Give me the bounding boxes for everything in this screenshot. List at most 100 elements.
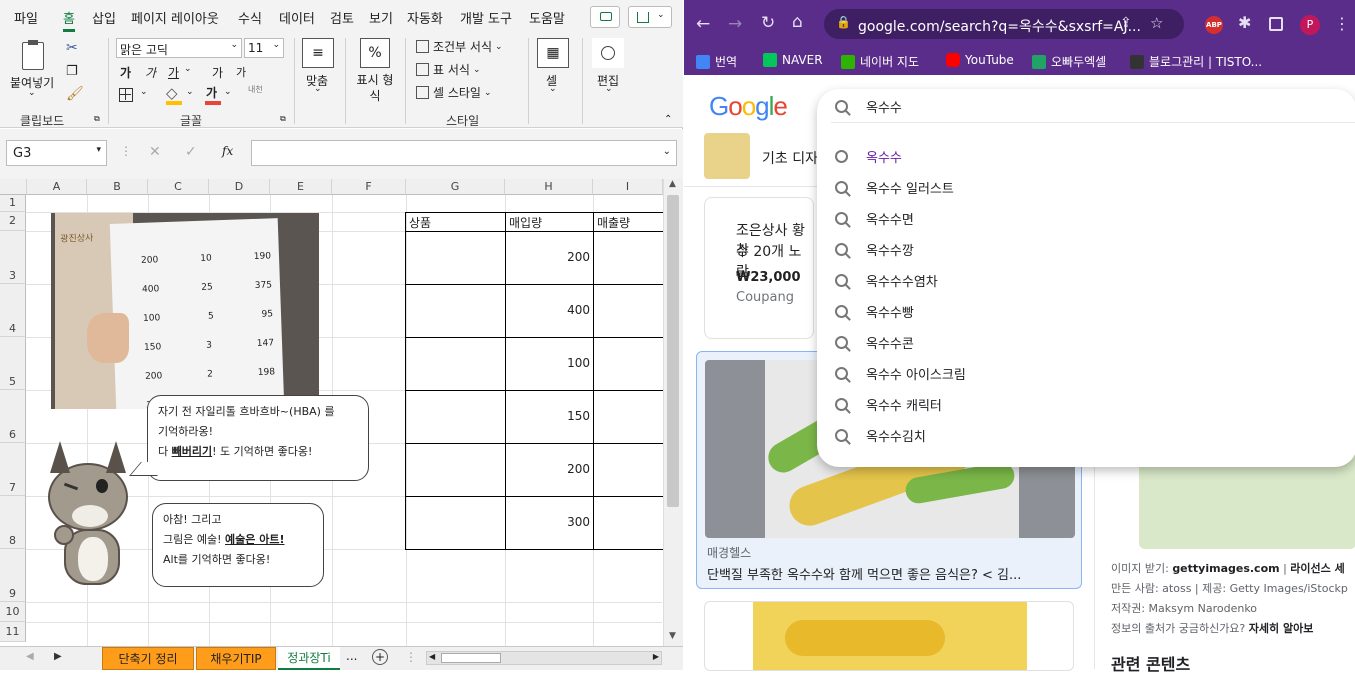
cell-styles-button[interactable]: 셀 스타일 ⌄ (416, 84, 492, 101)
bold-button[interactable]: 가 (120, 64, 131, 81)
address-bar[interactable]: 🔒 google.com/search?q=옥수수&sxsrf=AJ... ⇪ … (824, 9, 1184, 39)
table-header[interactable]: 매입량 (505, 212, 594, 232)
table-cell[interactable]: 400 (505, 284, 594, 338)
table-cell[interactable] (405, 231, 506, 285)
row-header[interactable]: 1 (0, 195, 26, 212)
table-cell[interactable]: 150 (505, 390, 594, 444)
copy-icon[interactable]: ❐ (66, 64, 78, 79)
google-logo[interactable]: Google (709, 91, 788, 122)
bookmark-item[interactable]: NAVER (763, 53, 823, 67)
shrink-font-button[interactable]: 가 (236, 64, 246, 80)
tab-review[interactable]: 검토 (330, 8, 354, 27)
row-header[interactable]: 4 (0, 284, 26, 337)
sheet-tab[interactable]: 단축기 정리 (102, 647, 194, 670)
lock-icon[interactable]: 🔒 (836, 15, 851, 29)
product-card[interactable]: 조은상사 황창 수 20개 노란 ₩23,000 Coupang (704, 197, 814, 339)
sheet-tab[interactable]: 채우기TIP (196, 647, 276, 670)
format-painter-icon[interactable]: 🖌 (66, 86, 84, 102)
reload-icon[interactable]: ↻ (761, 13, 775, 33)
cat-mascot[interactable] (40, 441, 140, 591)
formula-input[interactable]: ⌄ (251, 140, 677, 166)
scroll-up-icon[interactable]: ▲ (669, 179, 676, 189)
column-header[interactable]: H (505, 179, 593, 195)
percent-icon[interactable]: % (360, 38, 390, 68)
row-header[interactable]: 9 (0, 549, 26, 602)
share-button[interactable]: ⌄ (628, 6, 672, 28)
table-cell[interactable]: 100 (505, 337, 594, 391)
column-header[interactable]: A (27, 179, 87, 195)
column-header[interactable]: G (406, 179, 505, 195)
bookmark-star-icon[interactable]: ☆ (1150, 14, 1163, 32)
search-suggestion[interactable]: 옥수수면 (835, 209, 914, 228)
add-sheet-button[interactable]: + (372, 649, 388, 665)
search-input[interactable]: 옥수수 (835, 97, 902, 116)
tab-automate[interactable]: 자동화 (407, 8, 443, 27)
underline-button[interactable]: 가 (168, 64, 179, 81)
column-header[interactable]: B (87, 179, 148, 195)
bookmark-item[interactable]: 블로그관리 | TISTO... (1130, 53, 1262, 70)
align-icon[interactable]: ≡ (302, 38, 334, 68)
adblock-extension-icon[interactable]: ABP (1205, 16, 1223, 34)
profile-avatar[interactable]: P (1300, 15, 1320, 35)
side-panel-icon[interactable] (1269, 17, 1283, 31)
table-cell[interactable] (593, 231, 663, 285)
column-header[interactable]: E (270, 179, 332, 195)
scroll-thumb[interactable] (667, 195, 679, 507)
confirm-icon[interactable]: ✓ (185, 144, 197, 160)
speech-bubble[interactable]: 아참! 그리고 그림은 예술! 예술은 아트! Alt를 기억하면 좋다옹! (152, 503, 324, 587)
home-icon[interactable]: ⌂ (792, 12, 803, 32)
search-icon[interactable] (592, 38, 624, 68)
column-header[interactable]: F (332, 179, 406, 195)
extensions-icon[interactable]: ✱ (1238, 13, 1251, 32)
bookmark-item[interactable]: 번역 (696, 53, 737, 70)
row-header[interactable]: 5 (0, 337, 26, 390)
search-suggestion[interactable]: 옥수수깡 (835, 240, 914, 259)
tab-view[interactable]: 보기 (369, 8, 393, 27)
more-sheets-button[interactable]: ... (346, 649, 357, 663)
search-suggestion[interactable]: 옥수수빵 (835, 302, 914, 321)
column-header[interactable]: I (593, 179, 663, 195)
font-color-button[interactable]: 가 (206, 84, 217, 101)
speech-bubble[interactable]: 자기 전 자일리톨 흐바흐바~(HBA) 를 기억하라옹! 다 빼버리기! 도 … (147, 395, 369, 481)
bookmark-item[interactable]: YouTube (946, 53, 1014, 67)
prev-sheet-icon[interactable]: ◀ (26, 651, 34, 662)
search-suggestion[interactable]: 옥수수수염차 (835, 271, 938, 290)
row-header[interactable]: 11 (0, 622, 26, 642)
tab-page-layout[interactable]: 페이지 레이아웃 (131, 8, 219, 27)
next-sheet-icon[interactable]: ▶ (54, 651, 62, 662)
column-header[interactable]: D (209, 179, 270, 195)
fill-color-icon[interactable]: ◇ (166, 84, 178, 102)
menu-icon[interactable]: ⋮ (1334, 14, 1350, 33)
tab-formulas[interactable]: 수식 (238, 8, 262, 27)
tab-insert[interactable]: 삽입 (92, 8, 116, 27)
dialog-launcher-icon[interactable]: ⧉ (280, 114, 286, 124)
table-cell[interactable] (405, 337, 506, 391)
italic-button[interactable]: 가 (145, 64, 156, 81)
history-suggestion[interactable]: 옥수수 (835, 147, 902, 166)
tab-home[interactable]: 홈 (63, 8, 75, 32)
table-cell[interactable]: 200 (505, 231, 594, 285)
column-header[interactable]: C (148, 179, 209, 195)
search-suggestion[interactable]: 옥수수콘 (835, 333, 914, 352)
table-cell[interactable] (593, 337, 663, 391)
table-cell[interactable] (405, 496, 506, 550)
number-format-label[interactable]: 표시 형식 (354, 72, 396, 104)
search-suggestion[interactable]: 옥수수 아이스크림 (835, 364, 966, 383)
chip-label[interactable]: 기초 디자 (762, 148, 818, 168)
table-cell[interactable] (405, 284, 506, 338)
sheet-tab-active[interactable]: 정과장Ti (278, 647, 340, 670)
price-sheet-photo[interactable]: 광진상사 200 10 190 400 25 375 100 5 95 150 3 147 20… (51, 213, 319, 409)
table-cell[interactable] (593, 284, 663, 338)
tab-help[interactable]: 도움말 (529, 8, 565, 27)
forward-icon[interactable]: → (728, 14, 742, 34)
scroll-down-icon[interactable]: ▼ (669, 631, 676, 641)
collapse-ribbon-icon[interactable]: ⌃ (664, 114, 672, 125)
search-suggestion[interactable]: 옥수수 일러스트 (835, 178, 954, 197)
tab-developer[interactable]: 개발 도구 (460, 8, 512, 27)
search-suggestion[interactable]: 옥수수김치 (835, 426, 926, 445)
table-cell[interactable]: 200 (505, 443, 594, 497)
table-cell[interactable] (593, 443, 663, 497)
tab-data[interactable]: 데이터 (279, 8, 315, 27)
learn-more-link[interactable]: 자세히 알아보 (1249, 622, 1314, 635)
grow-font-button[interactable]: 가 (212, 64, 223, 81)
